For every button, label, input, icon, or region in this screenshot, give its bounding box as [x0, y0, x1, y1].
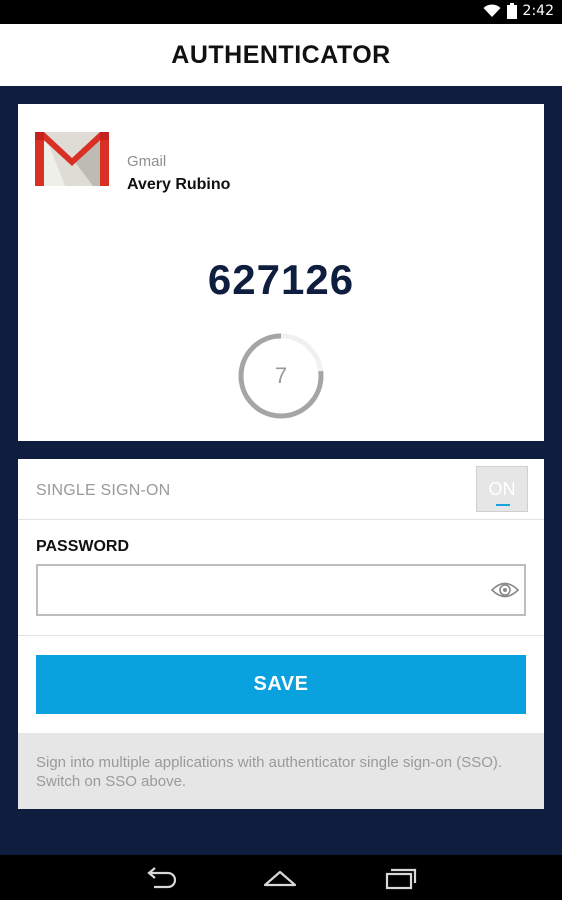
sso-card: SINGLE SIGN-ON ON PASSWORD SAVE Sign int… [18, 459, 544, 809]
status-bar: 2:42 [0, 0, 562, 24]
divider [18, 635, 544, 636]
sso-help-text: Sign into multiple applications with aut… [18, 733, 544, 809]
password-field [36, 564, 526, 616]
wifi-icon [483, 4, 501, 17]
sso-toggle[interactable]: ON [476, 466, 528, 512]
eye-icon[interactable] [490, 578, 520, 602]
home-icon[interactable] [263, 865, 297, 891]
password-input[interactable] [38, 566, 524, 614]
sso-label: SINGLE SIGN-ON [36, 482, 171, 499]
save-button[interactable]: SAVE [36, 655, 526, 714]
toggle-indicator [496, 504, 510, 506]
status-icons: 2:42 [483, 3, 554, 19]
otp-code: 627126 [207, 256, 355, 303]
nav-bar [0, 855, 562, 900]
status-time: 2:42 [522, 3, 554, 19]
account-card[interactable]: Gmail Avery Rubino 627126 7 [18, 104, 544, 441]
sso-toggle-label: ON [488, 478, 516, 499]
page-title: AUTHENTICATOR [171, 40, 391, 69]
account-service: Gmail [127, 153, 167, 170]
account-name: Avery Rubino [127, 176, 231, 193]
password-label: PASSWORD [36, 538, 130, 555]
countdown-seconds: 7 [274, 363, 288, 388]
back-icon[interactable] [144, 865, 178, 891]
divider [18, 519, 544, 520]
recents-icon[interactable] [384, 865, 418, 891]
gmail-logo [35, 132, 109, 186]
app-bar: AUTHENTICATOR [0, 24, 562, 86]
battery-icon [506, 3, 517, 19]
